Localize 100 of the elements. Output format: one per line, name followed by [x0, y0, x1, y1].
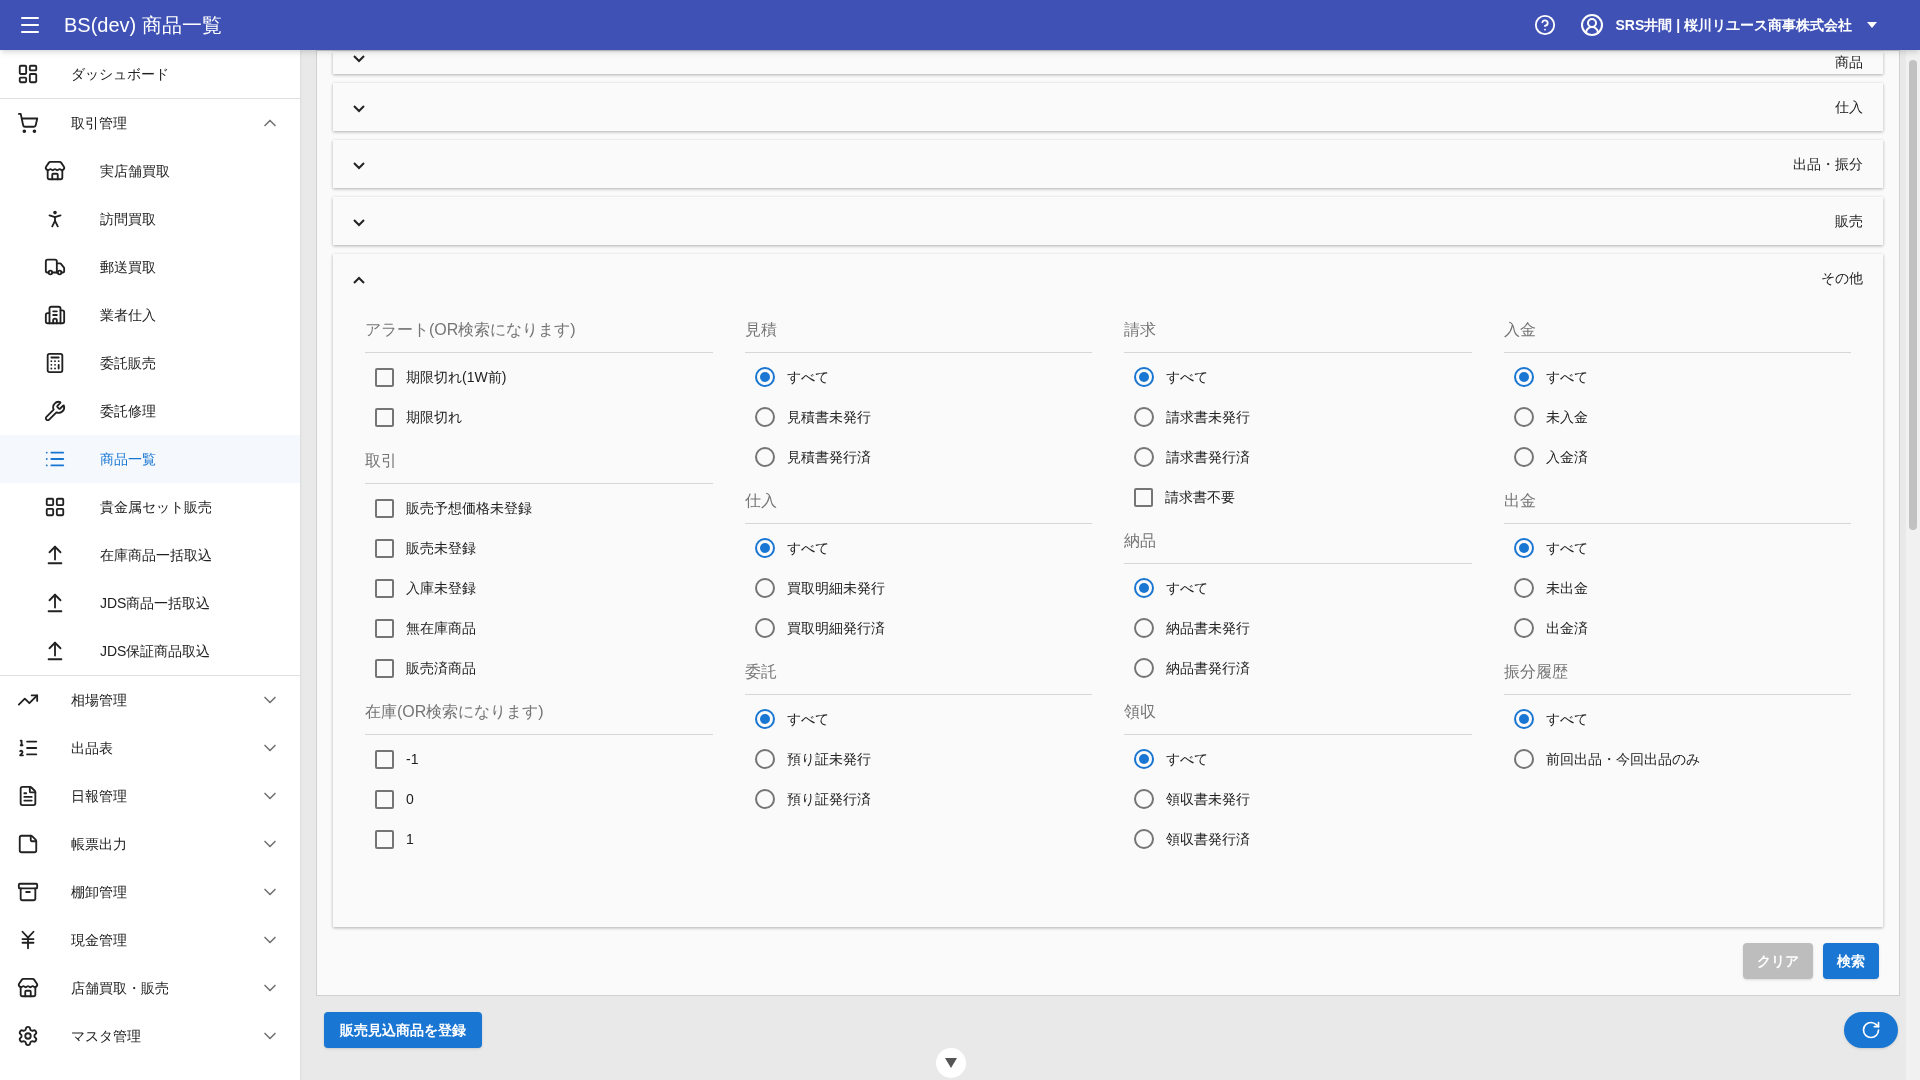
nav-item[interactable]: 在庫商品一括取込	[0, 531, 300, 579]
radio-button[interactable]	[1134, 618, 1154, 638]
radio-button[interactable]	[754, 367, 775, 387]
option-label: 預り証未発行	[786, 749, 871, 769]
user-icon[interactable]	[1579, 13, 1604, 37]
checkbox[interactable]	[1134, 487, 1153, 507]
checkbox[interactable]	[375, 749, 394, 769]
option-label: 前回出品・今回出品のみ	[1545, 749, 1700, 769]
nav-item[interactable]: ダッシュボード	[0, 50, 300, 98]
radio-button[interactable]	[754, 789, 775, 809]
nav-item[interactable]: 相場管理	[0, 676, 300, 724]
group-heading: 領収	[1124, 702, 1157, 722]
cart-icon	[17, 112, 39, 134]
radio-button[interactable]	[754, 578, 775, 598]
radio-button[interactable]	[1513, 367, 1534, 387]
help-icon[interactable]	[1533, 14, 1556, 36]
radio-button[interactable]	[1513, 578, 1534, 598]
radio-button[interactable]	[1513, 407, 1534, 427]
radio-button[interactable]	[1134, 367, 1154, 387]
nav-item[interactable]: 委託修理	[0, 387, 300, 435]
radio-button[interactable]	[1134, 749, 1154, 769]
option-label: 未入金	[1545, 407, 1588, 427]
accordion-header[interactable]: 出品・振分	[333, 140, 1883, 188]
refresh-button[interactable]	[1844, 1012, 1898, 1048]
nav-label: 相場管理	[71, 690, 128, 710]
search-button[interactable]: 検索	[1823, 943, 1879, 979]
nav-label: 郵送買取	[100, 257, 157, 277]
radio-button[interactable]	[1134, 789, 1154, 809]
nav-item[interactable]: 商品一覧	[0, 435, 300, 483]
radio-button[interactable]	[754, 709, 775, 729]
nav-label: ダッシュボード	[71, 64, 170, 84]
option-label: すべて	[1545, 709, 1588, 729]
scroll-down-button[interactable]	[936, 1048, 966, 1078]
nav-item[interactable]: 郵送買取	[0, 243, 300, 291]
option-label: 入金済	[1545, 447, 1588, 467]
radio-button[interactable]	[1134, 447, 1154, 467]
nav-label: 出品表	[71, 738, 114, 758]
radio-button[interactable]	[754, 447, 775, 467]
checkbox[interactable]	[375, 498, 394, 518]
checkbox[interactable]	[375, 658, 394, 678]
group-heading: 請求	[1124, 320, 1157, 340]
nav-item[interactable]: JDS商品一括取込	[0, 579, 300, 627]
radio-button[interactable]	[1134, 829, 1154, 849]
nav-item[interactable]: 出品表	[0, 724, 300, 772]
radio-button[interactable]	[1134, 658, 1154, 678]
radio-button[interactable]	[754, 618, 775, 638]
radio-button[interactable]	[1513, 447, 1534, 467]
accordion-title: 商品	[1835, 53, 1863, 72]
radio-button[interactable]	[1513, 709, 1534, 729]
nav-label: マスタ管理	[71, 1026, 142, 1046]
radio-button[interactable]	[754, 407, 775, 427]
nav-item[interactable]: 貴金属セット販売	[0, 483, 300, 531]
radio-button[interactable]	[1134, 578, 1154, 598]
radio-button[interactable]	[1513, 618, 1534, 638]
accordion-header[interactable]: その他	[333, 254, 1883, 302]
checkbox[interactable]	[375, 578, 394, 598]
nav-label: 棚卸管理	[71, 882, 128, 902]
nav-item[interactable]: 店舗買取・販売	[0, 964, 300, 1012]
nav-item[interactable]: 帳票出力	[0, 820, 300, 868]
nav-item[interactable]: 取引管理	[0, 99, 300, 147]
radio-button[interactable]	[754, 749, 775, 769]
option-label: 期限切れ	[406, 407, 462, 427]
group-heading: 委託	[744, 662, 778, 682]
option-label: すべて	[786, 709, 829, 729]
radio-button[interactable]	[1513, 538, 1534, 558]
accordion-title: 販売	[1835, 211, 1863, 231]
register-button[interactable]: 販売見込商品を登録	[324, 1012, 482, 1048]
nav-item[interactable]: 棚卸管理	[0, 868, 300, 916]
radio-button[interactable]	[1513, 749, 1534, 769]
nav-item[interactable]: JDS保証商品取込	[0, 627, 300, 675]
nav-item[interactable]: 委託販売	[0, 339, 300, 387]
nav-item[interactable]: 日報管理	[0, 772, 300, 820]
option-label: 0	[406, 789, 414, 809]
option-label: 請求書不要	[1165, 487, 1235, 507]
user-name[interactable]: SRS井間 | 桜川リユース商事株式会社	[1615, 14, 1852, 36]
option-label: すべて	[1166, 578, 1208, 598]
checkbox[interactable]	[375, 789, 394, 809]
checkbox[interactable]	[375, 538, 394, 558]
radio-button[interactable]	[1134, 407, 1154, 427]
checkbox[interactable]	[375, 407, 394, 427]
accordion-header[interactable]: 商品	[333, 52, 1883, 74]
nav-label: 実店舗買取	[100, 161, 171, 181]
checkbox[interactable]	[375, 829, 394, 849]
nav-label: 商品一覧	[100, 449, 157, 469]
nav-item[interactable]: 実店舗買取	[0, 147, 300, 195]
checkbox[interactable]	[375, 618, 394, 638]
checkbox[interactable]	[375, 367, 394, 387]
nav-item[interactable]: マスタ管理	[0, 1012, 300, 1060]
scrollbar[interactable]	[1906, 50, 1920, 1080]
dashboard-icon	[17, 63, 39, 85]
nav-item[interactable]: 訪問買取	[0, 195, 300, 243]
nav-label: 取引管理	[71, 113, 128, 133]
accordion-header[interactable]: 仕入	[333, 83, 1883, 131]
nav-item[interactable]: 現金管理	[0, 916, 300, 964]
archive-icon	[17, 881, 39, 903]
dropdown-caret-icon[interactable]	[1866, 22, 1878, 28]
nav-item[interactable]: 業者仕入	[0, 291, 300, 339]
nav-label: 委託販売	[100, 353, 157, 373]
radio-button[interactable]	[754, 538, 775, 558]
accordion-header[interactable]: 販売	[333, 197, 1883, 245]
